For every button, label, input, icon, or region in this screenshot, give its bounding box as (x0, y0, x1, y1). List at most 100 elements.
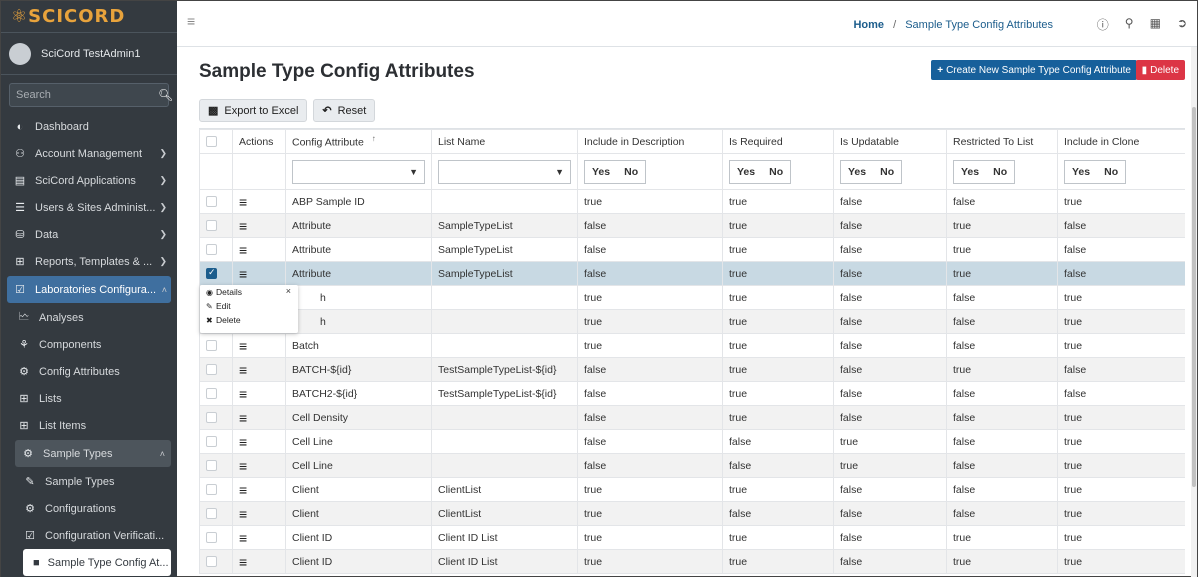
row-menu-icon[interactable]: ≡ (239, 410, 247, 426)
table-row[interactable]: ≡ ABP Sample ID true true false false true (199, 189, 1185, 214)
row-checkbox[interactable] (206, 508, 217, 520)
info-icon[interactable]: ⓘ (1097, 16, 1109, 33)
row-menu-icon[interactable]: ≡ (239, 242, 247, 258)
sidebar-item-account-management[interactable]: ⚇ Account Management ❯ (1, 140, 177, 167)
export-excel-button[interactable]: ▩ Export to Excel (199, 99, 308, 122)
no-filter-button[interactable]: No (617, 166, 645, 178)
sidebar-item-users-sites[interactable]: ☰ Users & Sites Administ... ❯ (1, 194, 177, 221)
no-filter-button[interactable]: No (1097, 166, 1125, 178)
row-menu-icon[interactable]: ≡ (239, 434, 247, 450)
row-menu-icon[interactable]: ≡ (239, 506, 247, 522)
sidebar-item-sample-type-config-attributes[interactable]: ■ Sample Type Config At... (23, 549, 171, 576)
row-checkbox[interactable] (206, 196, 217, 208)
row-checkbox[interactable] (206, 244, 217, 256)
no-filter-button[interactable]: No (986, 166, 1014, 178)
table-row[interactable]: ≡AttributeSampleTypeListfalsetruefalsetr… (199, 213, 1185, 238)
table-row[interactable]: ≡ Cell Density false true false false true (199, 405, 1185, 430)
sidebar-item-scicord-applications[interactable]: ▤ SciCord Applications ❯ (1, 167, 177, 194)
sidebar-item-configurations[interactable]: ⚙ Configurations (1, 495, 177, 522)
row-menu-icon[interactable]: ≡ (239, 530, 247, 546)
row-checkbox[interactable] (206, 340, 217, 352)
table-row[interactable]: ≡ BATCH2-${id} TestSampleTypeList-${id} fal… (199, 381, 1185, 406)
sidebar-item-configuration-verification[interactable]: ☑ Configuration Verificati... (1, 522, 177, 549)
sidebar-item-analyses[interactable]: 🗠︎ Analyses (1, 304, 177, 331)
yes-filter-button[interactable]: Yes (954, 166, 986, 178)
row-checkbox[interactable] (206, 412, 217, 424)
row-checkbox[interactable] (206, 436, 217, 448)
table-row[interactable]: ≡ Cell Line false false true false true (199, 453, 1185, 478)
no-filter-button[interactable]: No (873, 166, 901, 178)
sidebar-item-lists[interactable]: ⊞ Lists (1, 385, 177, 412)
row-menu-icon[interactable]: ≡ (239, 266, 247, 282)
header-is-required[interactable]: Is Required (722, 129, 834, 154)
sidebar-item-laboratories-configuration[interactable]: ☑ Laboratories Configura... ˄ (7, 276, 171, 303)
header-restricted-to-list[interactable]: Restricted To List (946, 129, 1058, 154)
sidebar-item-config-attributes[interactable]: ⚙ Config Attributes (1, 358, 177, 385)
search-input[interactable] (10, 84, 158, 106)
table-row[interactable]: ≡ BATCH-${id} TestSampleTypeList-${id} fals… (199, 357, 1185, 382)
row-menu-icon[interactable]: ≡ (239, 338, 247, 354)
filter-icon[interactable]: ▼ (555, 167, 564, 177)
context-details-item[interactable]: ◉ Details (200, 285, 298, 299)
sidebar-item-sample-types[interactable]: ✎ Sample Types (1, 468, 177, 495)
row-checkbox[interactable] (206, 484, 217, 496)
sidebar-item-components[interactable]: ⚘ Components (1, 331, 177, 358)
sidebar-item-list-items[interactable]: ⊞ List Items (1, 412, 177, 439)
sign-out-icon[interactable]: ➲ (1177, 16, 1187, 33)
table-row[interactable]: ≡ Batch true true false false true (199, 333, 1185, 358)
row-menu-icon[interactable]: ≡ (239, 362, 247, 378)
sidebar-item-dashboard[interactable]: ◐ Dashboard (1, 113, 177, 140)
select-all-checkbox[interactable] (206, 136, 217, 148)
yes-filter-button[interactable]: Yes (1065, 166, 1097, 178)
sidebar-item-data[interactable]: ⛁ Data ❯ (1, 221, 177, 248)
table-row[interactable]: ≡AttributeSampleTypeListfalsetruefalsetr… (199, 261, 1185, 286)
no-filter-button[interactable]: No (762, 166, 790, 178)
table-row[interactable]: ≡ Client ID Client ID List true true false tru… (199, 549, 1185, 574)
row-checkbox[interactable] (206, 556, 217, 568)
header-include-in-description[interactable]: Include in Description (577, 129, 723, 154)
config-attribute-filter-input[interactable]: ▼ (292, 159, 425, 184)
header-list-name[interactable]: List Name (431, 129, 578, 154)
context-edit-item[interactable]: ✎ Edit (200, 299, 298, 313)
page-scrollbar[interactable] (1191, 47, 1197, 577)
header-is-updatable[interactable]: Is Updatable (833, 129, 947, 154)
sidebar-item-sample-types-group[interactable]: ⚙ Sample Types ˄ (15, 440, 171, 467)
row-menu-icon[interactable]: ≡ (239, 386, 247, 402)
brand[interactable]: ⚛SCICORD (1, 1, 177, 33)
search-icon[interactable]: 🔍︎ (158, 84, 173, 106)
row-checkbox[interactable] (206, 532, 217, 544)
row-checkbox[interactable] (206, 267, 217, 280)
yes-filter-button[interactable]: Yes (841, 166, 873, 178)
sidebar-item-reports-templates[interactable]: ⊞ Reports, Templates & ... ❯ (1, 248, 177, 275)
create-new-button[interactable]: + Create New Sample Type Config Attribut… (931, 60, 1137, 80)
yes-filter-button[interactable]: Yes (585, 166, 617, 178)
table-row[interactable]: ≡ Client ID Client ID List true true false tru… (199, 525, 1185, 550)
scrollbar-thumb[interactable] (1192, 107, 1196, 487)
row-checkbox[interactable] (206, 460, 217, 472)
table-row[interactable]: ≡ Client ClientList true true false false true (199, 477, 1185, 502)
reset-button[interactable]: ↶ Reset (313, 99, 376, 122)
header-config-attribute[interactable]: Config Attribute ↑ (285, 129, 432, 154)
row-checkbox[interactable] (206, 364, 217, 376)
row-menu-icon[interactable]: ≡ (239, 458, 247, 474)
search-icon[interactable]: ⚲ (1125, 16, 1134, 33)
hamburger-menu-icon[interactable]: ≡ (187, 13, 195, 29)
row-menu-icon[interactable]: ≡ (239, 218, 247, 234)
row-menu-icon[interactable]: ≡ (239, 482, 247, 498)
breadcrumb-home-link[interactable]: Home (853, 19, 884, 31)
yes-filter-button[interactable]: Yes (730, 166, 762, 178)
close-icon[interactable]: × (286, 286, 291, 296)
table-row[interactable]: h true true false false true (199, 309, 1185, 334)
table-row[interactable]: ≡AttributeSampleTypeListfalsetruefalsetr… (199, 237, 1185, 262)
row-menu-icon[interactable]: ≡ (239, 554, 247, 570)
table-row[interactable]: ≡ Client ClientList true false false false true (199, 501, 1185, 526)
user-panel[interactable]: SciCord TestAdmin1 (1, 33, 177, 75)
row-menu-icon[interactable]: ≡ (239, 194, 247, 210)
grid-icon[interactable]: ▦ (1150, 16, 1161, 33)
row-checkbox[interactable] (206, 388, 217, 400)
list-name-filter-input[interactable]: ▼ (438, 159, 571, 184)
context-delete-item[interactable]: ✖ Delete (200, 313, 298, 327)
table-row[interactable]: ≡ Cell Line false false true false true (199, 429, 1185, 454)
table-row[interactable]: h true true false false true (199, 285, 1185, 310)
header-select[interactable] (199, 129, 233, 154)
